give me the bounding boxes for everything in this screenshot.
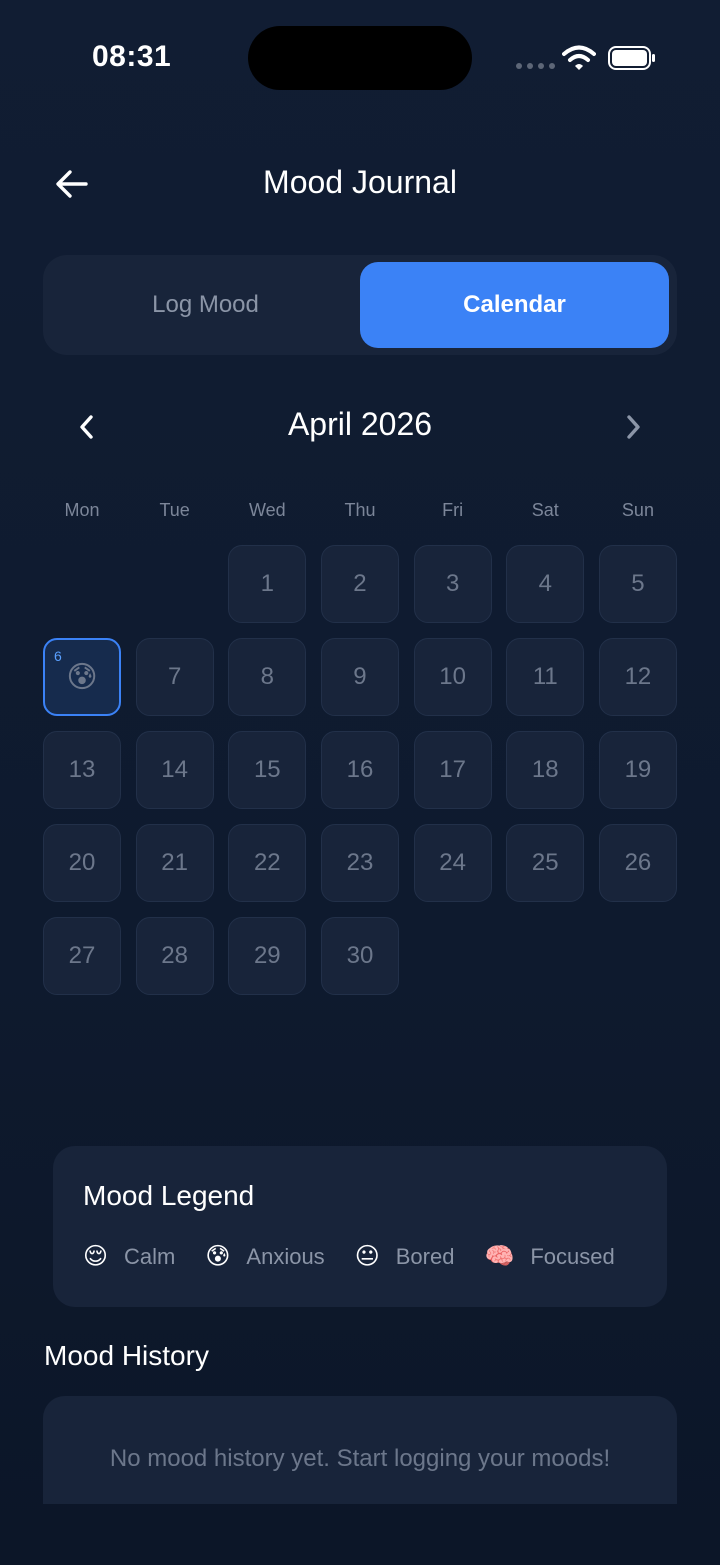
mood-legend-card: Mood Legend 😌 Calm 😰 Anxious 😐 Bored 🧠 F… — [53, 1146, 667, 1307]
calm-face-icon: 😌 — [83, 1243, 109, 1270]
legend-label: Bored — [395, 1243, 455, 1269]
calendar-grid: 1 2 3 4 5 6 😰 7 8 9 10 11 12 13 14 15 16 17 18 19 20 21 22 23 24… — [43, 545, 677, 995]
calendar-day[interactable]: 1 — [228, 545, 307, 623]
calendar-day[interactable]: 5 — [598, 545, 677, 623]
weekday-header: Mon Tue Wed Thu Fri Sat Sun — [43, 500, 677, 521]
status-time: 08:31 — [92, 40, 172, 73]
legend-label: Calm — [124, 1243, 176, 1269]
history-title: Mood History — [44, 1340, 209, 1371]
weekday-label: Thu — [344, 500, 376, 520]
calendar-day[interactable]: 4 — [506, 545, 585, 623]
legend-item-calm: 😌 Calm — [83, 1242, 175, 1271]
legend-items: 😌 Calm 😰 Anxious 😐 Bored 🧠 Focused — [83, 1242, 645, 1271]
calendar-day[interactable]: 21 — [135, 824, 214, 902]
history-card: No mood history yet. Start logging your … — [43, 1396, 677, 1504]
weekday-label: Mon — [64, 500, 100, 520]
anxious-face-icon: 😰 — [66, 660, 98, 694]
calendar-day[interactable]: 30 — [320, 917, 399, 995]
calendar-day-selected[interactable]: 6 😰 — [43, 638, 121, 716]
calendar-day[interactable]: 18 — [506, 731, 585, 809]
calendar-day[interactable]: 11 — [506, 638, 585, 716]
calendar-day[interactable]: 8 — [228, 638, 307, 716]
legend-item-bored: 😐 Bored — [355, 1242, 455, 1271]
calendar-day[interactable]: 27 — [43, 917, 121, 995]
calendar-day[interactable]: 20 — [43, 824, 121, 902]
calendar-day[interactable]: 12 — [598, 638, 677, 716]
calendar-blank-cell — [43, 545, 121, 623]
tab-log-mood[interactable]: Log Mood — [51, 262, 360, 348]
weekday-label: Wed — [248, 500, 286, 520]
calendar-day[interactable]: 24 — [413, 824, 492, 902]
calendar-day[interactable]: 14 — [135, 731, 214, 809]
calendar-day[interactable]: 13 — [43, 731, 121, 809]
calendar-day[interactable]: 19 — [598, 731, 677, 809]
weekday-label: Sat — [531, 500, 559, 520]
calendar-day[interactable]: 23 — [320, 824, 399, 902]
cellular-signal-icon — [516, 63, 555, 69]
battery-icon — [608, 46, 655, 70]
month-label: April 2026 — [287, 406, 433, 442]
calendar-day[interactable]: 22 — [228, 824, 307, 902]
anxious-face-icon: 😰 — [205, 1243, 231, 1270]
calendar-day[interactable]: 7 — [135, 638, 214, 716]
weekday-label: Tue — [159, 500, 190, 520]
legend-label: Focused — [530, 1243, 615, 1269]
calendar-day[interactable]: 26 — [598, 824, 677, 902]
calendar-day[interactable]: 29 — [228, 917, 307, 995]
bored-face-icon: 😐 — [354, 1243, 380, 1270]
calendar-day[interactable]: 10 — [413, 638, 492, 716]
legend-title: Mood Legend — [83, 1180, 255, 1211]
legend-item-focused: 🧠 Focused — [484, 1242, 614, 1271]
legend-item-anxious: 😰 Anxious — [205, 1242, 324, 1271]
calendar-blank-cell — [136, 545, 214, 623]
calendar-day[interactable]: 15 — [228, 731, 307, 809]
calendar-day[interactable]: 17 — [413, 731, 492, 809]
weekday-label: Sun — [621, 500, 654, 520]
tab-calendar[interactable]: Calendar — [360, 262, 669, 348]
dynamic-island — [248, 26, 472, 90]
tab-switcher: Log Mood Calendar — [43, 255, 677, 355]
history-empty-message: No mood history yet. Start logging your … — [109, 1445, 611, 1472]
page-title: Mood Journal — [263, 164, 457, 200]
day-number: 6 — [54, 648, 62, 664]
calendar-day[interactable]: 2 — [320, 545, 399, 623]
chevron-right-icon[interactable] — [620, 412, 646, 442]
calendar-day[interactable]: 25 — [506, 824, 585, 902]
weekday-label: Fri — [442, 500, 464, 520]
calendar-day[interactable]: 9 — [320, 638, 399, 716]
calendar-day[interactable]: 16 — [320, 731, 399, 809]
brain-icon: 🧠 — [484, 1243, 515, 1270]
wifi-icon — [562, 45, 596, 70]
calendar-day[interactable]: 28 — [135, 917, 214, 995]
legend-label: Anxious — [246, 1243, 325, 1269]
calendar-day[interactable]: 3 — [413, 545, 492, 623]
